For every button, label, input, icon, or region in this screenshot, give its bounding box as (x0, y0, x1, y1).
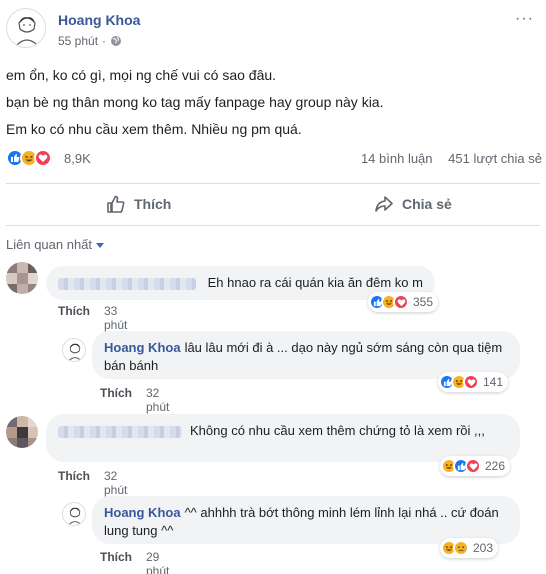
love-reaction-icon (463, 374, 479, 390)
comment-reaction-count: 203 (473, 541, 494, 555)
comment-timestamp[interactable]: 32 phút (146, 386, 169, 414)
author-avatar[interactable] (6, 8, 46, 48)
share-button[interactable]: Chia sẻ (374, 184, 452, 224)
comment-reactions[interactable]: 203 (440, 538, 499, 558)
post-line: bạn bè ng thân mong ko tag mấy fanpage h… (6, 94, 384, 110)
reactions-summary: 8,9K 14 bình luận 451 lượt chia sẻ (6, 149, 542, 169)
comment-timestamp[interactable]: 29 phút (146, 550, 169, 574)
thumbs-up-icon (107, 195, 125, 213)
comment-reaction-count: 355 (413, 295, 434, 309)
commenter-name-redacted[interactable] (58, 277, 196, 290)
comment-actions: Thích 32 phút (58, 469, 127, 497)
engagement-counts: 14 bình luận 451 lượt chia sẻ (349, 151, 542, 166)
commenter-name-redacted[interactable] (58, 425, 182, 438)
post-body: em ổn, ko có gì, mọi ng chế vui có sao đ… (6, 66, 542, 147)
comment-reactions[interactable]: 226 (440, 456, 511, 476)
author-avatar[interactable] (62, 502, 86, 526)
like-button[interactable]: Thích (106, 184, 171, 224)
comment-like-button[interactable]: Thích (58, 469, 90, 497)
more-options-icon[interactable]: ··· (515, 10, 534, 28)
comment-text: Không có nhu cầu xem thêm chứng tỏ là xe… (190, 423, 485, 438)
love-reaction-icon (393, 294, 409, 310)
comment-actions: Thích 33 phút (58, 304, 127, 332)
comment-sort-label: Liên quan nhất (6, 237, 93, 252)
comment-text: Eh hnao ra cái quán kia ăn đêm ko m (207, 275, 423, 290)
post-action-bar: Thích Chia sẻ (6, 184, 540, 224)
share-button-label: Chia sẻ (402, 196, 452, 212)
comment-bubble: Không có nhu cầu xem thêm chứng tỏ là xe… (46, 414, 520, 462)
post-line: Em ko có nhu cầu xem thêm. Nhiều ng pm q… (6, 121, 302, 137)
commenter-avatar[interactable] (6, 416, 38, 448)
reaction-icons[interactable] (6, 149, 52, 167)
comment-reactions[interactable]: 141 (438, 372, 509, 392)
comment-reactions[interactable]: 355 (368, 292, 439, 312)
comment-like-button[interactable]: Thích (58, 304, 90, 332)
post-header: Hoang Khoa 55 phút · ··· (0, 0, 546, 58)
post-timestamp[interactable]: 55 phút (58, 34, 98, 48)
comment-like-button[interactable]: Thích (100, 386, 132, 414)
share-arrow-icon (375, 196, 393, 212)
share-count[interactable]: 451 lượt chia sẻ (448, 151, 542, 166)
comment-timestamp[interactable]: 33 phút (104, 304, 127, 332)
comment-timestamp[interactable]: 32 phút (104, 469, 127, 497)
reply-author-name[interactable]: Hoang Khoa (104, 505, 181, 520)
commenter-avatar[interactable] (6, 262, 38, 294)
comment-reaction-count: 141 (483, 375, 504, 389)
sad-reaction-icon (453, 540, 469, 556)
chevron-down-icon (96, 243, 105, 248)
comment-sort-dropdown[interactable]: Liên quan nhất (6, 237, 105, 252)
comment-reaction-count: 226 (485, 459, 506, 473)
globe-icon (111, 36, 122, 46)
love-reaction-icon (34, 149, 52, 167)
divider (6, 225, 540, 226)
post-line: em ổn, ko có gì, mọi ng chế vui có sao đ… (6, 67, 277, 83)
reaction-count[interactable]: 8,9K (64, 151, 91, 166)
love-reaction-icon (465, 458, 481, 474)
post-meta: 55 phút · (58, 34, 122, 48)
author-avatar[interactable] (62, 338, 86, 362)
comment-count[interactable]: 14 bình luận (361, 151, 433, 166)
comment-actions: Thích 32 phút (100, 386, 169, 414)
post-author-name[interactable]: Hoang Khoa (58, 12, 140, 28)
comment-like-button[interactable]: Thích (100, 550, 132, 574)
comment-actions: Thích 29 phút (100, 550, 169, 574)
reply-author-name[interactable]: Hoang Khoa (104, 340, 181, 355)
reply-bubble: Hoang Khoa ^^ ahhhh trà bớt thông minh lé… (92, 496, 520, 544)
like-button-label: Thích (134, 196, 172, 212)
